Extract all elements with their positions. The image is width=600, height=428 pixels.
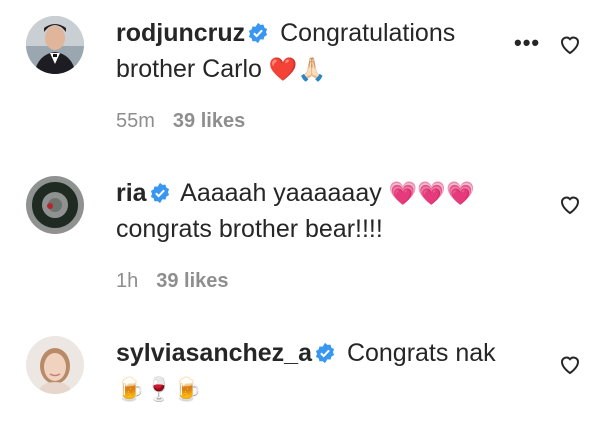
avatar-wreath-icon [26,176,84,234]
comment-timestamp[interactable]: 55m [116,110,155,132]
comment-username[interactable]: sylviasanchez_a [116,339,312,367]
comment-body-line1: Aaaaah yaaaaaay [180,179,382,207]
avatar-man-in-suit-icon [26,16,84,74]
avatar[interactable] [26,336,84,394]
comment-body-line1: Congrats nak [346,339,496,367]
like-heart-icon[interactable] [558,352,582,381]
avatar[interactable] [26,16,84,74]
comment-meta: 55m 39 likes [116,110,245,133]
comment-emojis: ❤️🙏🏻 [268,56,327,82]
comment-username[interactable]: ria [116,179,147,207]
comment-body-line1: Congratulations [280,19,456,47]
verified-badge-icon [149,180,171,213]
comment-body-line2: congrats brother bear!!!! [116,215,383,243]
comment-likes[interactable]: 39 likes [156,270,228,292]
verified-badge-icon [314,340,336,373]
comment-meta: 1h 39 likes [116,270,229,293]
comment-body-line2: brother Carlo [116,55,262,83]
comment-text: sylviasanchez_a Congrats nak 🍺🍷🍺 [116,337,496,406]
comment-text: ria Aaaaah yaaaaaay 💗💗💗 congrats brother… [116,177,496,246]
avatar-woman-icon [26,336,84,394]
verified-badge-icon [247,20,269,53]
avatar[interactable] [26,176,84,234]
like-heart-icon[interactable] [558,192,582,221]
comment-emojis: 🍺🍷🍺 [116,376,202,402]
comment-username[interactable]: rodjuncruz [116,19,245,47]
like-heart-icon[interactable] [558,32,582,61]
comment-likes[interactable]: 39 likes [173,110,245,132]
comment-timestamp[interactable]: 1h [116,270,138,292]
comment-emojis: 💗💗💗 [388,180,475,206]
more-options-icon[interactable]: ••• [514,30,540,56]
comment-text: rodjuncruz Congratulations brother Carlo… [116,17,496,86]
